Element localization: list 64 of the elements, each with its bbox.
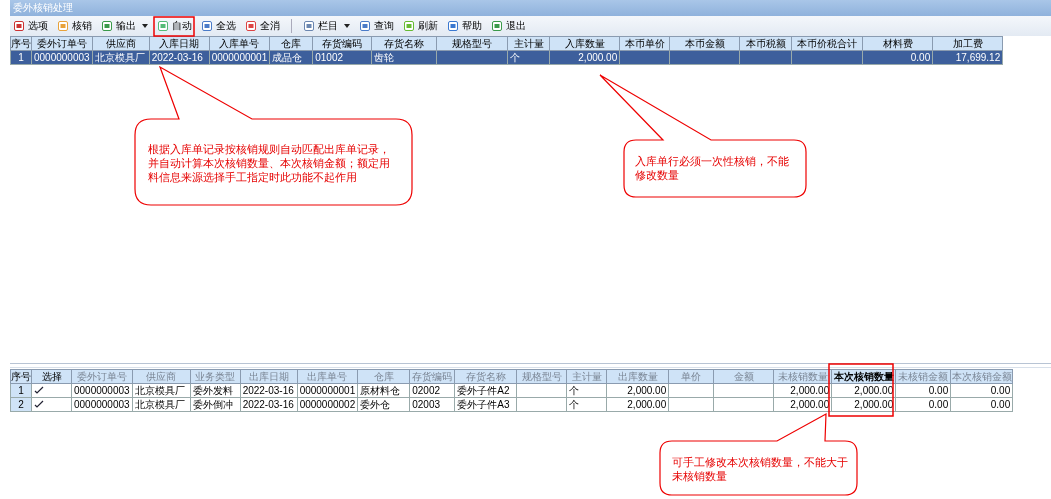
callout-text: 入库单行必须一次性核销，不能修改数量: [635, 155, 790, 183]
column-header: 主计量: [566, 369, 607, 384]
toolbar-button[interactable]: 全选: [198, 17, 239, 35]
toolbar-button[interactable]: 自动: [154, 17, 195, 35]
highlight-frame: [153, 16, 195, 37]
column-header: 业务类型: [190, 369, 241, 384]
column-header: 单价: [668, 369, 714, 384]
column-header: 入库数量: [549, 36, 620, 51]
window-title: 委外核销处理: [10, 0, 1051, 16]
toolbar-button[interactable]: 选项: [10, 17, 51, 35]
column-header: 本币税额: [739, 36, 792, 51]
column-header: 材料费: [862, 36, 933, 51]
column-header: 委外订单号: [31, 36, 93, 51]
column-header: 未核销数量: [773, 369, 832, 384]
column-header: 序号: [10, 36, 32, 51]
toolbar-icon: [157, 20, 169, 32]
toolbar-button[interactable]: 刷新: [400, 17, 441, 35]
toolbar-button[interactable]: 帮助: [444, 17, 485, 35]
column-header: 选择: [31, 369, 72, 384]
toolbar-button[interactable]: 输出: [98, 17, 151, 35]
toolbar-icon: [57, 20, 69, 32]
toolbar-icon: [201, 20, 213, 32]
column-header: 本币单价: [619, 36, 670, 51]
column-header: 主计量: [507, 36, 550, 51]
column-header: 供应商: [92, 36, 150, 51]
toolbar-icon: [13, 20, 25, 32]
column-header: 仓库: [269, 36, 313, 51]
toolbar-button[interactable]: 栏目: [300, 17, 353, 35]
highlight-frame: [828, 363, 894, 417]
toolbar-icon: [303, 20, 315, 32]
column-header: 未核销金额: [895, 369, 951, 384]
column-header: 规格型号: [516, 369, 567, 384]
column-header: 本币价税合计: [791, 36, 863, 51]
toolbar-button[interactable]: 退出: [488, 17, 529, 35]
toolbar-button[interactable]: 全消: [242, 17, 283, 35]
column-header: 仓库: [357, 369, 410, 384]
column-header: 供应商: [132, 369, 191, 384]
toolbar-button[interactable]: 核销: [54, 17, 95, 35]
caret-icon: [344, 24, 350, 28]
toolbar-icon: [403, 20, 415, 32]
toolbar-button[interactable]: 查询: [356, 17, 397, 35]
toolbar-icon: [491, 20, 503, 32]
column-header: 序号: [10, 369, 32, 384]
column-header: 存货编码: [409, 369, 455, 384]
column-header: 委外订单号: [71, 369, 133, 384]
caret-icon: [142, 24, 148, 28]
column-header: 加工费: [932, 36, 1003, 51]
column-header: 存货编码: [312, 36, 372, 51]
callout-text: 可手工修改本次核销数量，不能大于未核销数量: [672, 456, 849, 484]
column-header: 出库单号: [297, 369, 358, 384]
column-header: 本次核销金额: [950, 369, 1013, 384]
toolbar-icon: [101, 20, 113, 32]
toolbar-icon: [245, 20, 257, 32]
toolbar-icon: [447, 20, 459, 32]
column-header: 金额: [713, 369, 774, 384]
column-header: 存货名称: [454, 369, 517, 384]
column-header: 出库数量: [606, 369, 669, 384]
column-header: 规格型号: [436, 36, 508, 51]
column-header: 出库日期: [240, 369, 298, 384]
column-header: 存货名称: [371, 36, 437, 51]
callout-text: 根据入库单记录按核销规则自动匹配出库单记录，并自动计算本次核销数量、本次核销金额；额定用料信息来源选择手工指定时此功能不起作用: [148, 143, 391, 185]
toolbar-icon: [359, 20, 371, 32]
column-header: 入库单号: [209, 36, 270, 51]
column-header: 本币金额: [669, 36, 740, 51]
